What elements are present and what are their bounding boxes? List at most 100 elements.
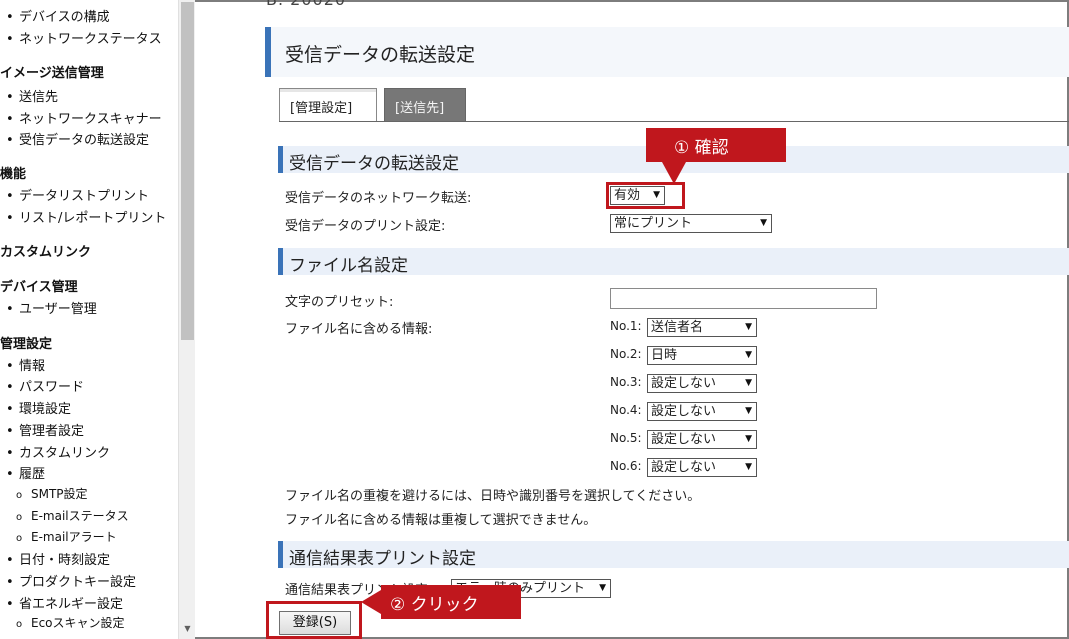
sidebar-item[interactable]: • デバイスの構成 (6, 6, 110, 25)
dropdown-arrow-icon: ▼ (745, 378, 752, 388)
sidebar-item-label: カスタムリンク (19, 446, 111, 461)
bullet-icon: • (6, 446, 14, 461)
sidebar-scrollbar[interactable]: ▼ (178, 0, 195, 639)
main-content: B. 20020 受信データの転送設定 [管理設定] [送信先] 受信データの転… (196, 0, 1069, 639)
filename-slot-select[interactable]: 送信者名 ▼ (647, 318, 757, 337)
sidebar-item-label: E-mailステータス (31, 509, 129, 523)
sidebar-item-label: 受信データの転送設定 (19, 133, 150, 148)
sidebar-item-label: プロダクトキー設定 (19, 575, 137, 590)
filename-slot-label: No.5: (610, 431, 642, 445)
sidebar-subitem[interactable]: o E-mailステータス (16, 507, 129, 524)
sidebar-item-label: ネットワークスキャナー (19, 112, 162, 127)
sidebar-item[interactable]: • ネットワークステータス (6, 28, 162, 47)
filename-slot-select[interactable]: 設定しない ▼ (647, 374, 757, 393)
filename-slot-label: No.2: (610, 347, 642, 361)
sidebar-item[interactable]: • 情報 (6, 355, 45, 374)
filename-slot-select[interactable]: 設定しない ▼ (647, 402, 757, 421)
select-value: 日時 (651, 348, 678, 363)
bullet-icon: • (6, 211, 14, 226)
dropdown-arrow-icon: ▼ (599, 583, 606, 593)
print-setting-select[interactable]: 常にプリント ▼ (610, 214, 772, 233)
sidebar-item-label: 省エネルギー設定 (19, 597, 124, 612)
sidebar-item-label: 環境設定 (19, 402, 72, 417)
bullet-icon: • (6, 467, 14, 482)
dropdown-arrow-icon: ▼ (745, 406, 752, 416)
sidebar-item[interactable]: • 省エネルギー設定 (6, 593, 123, 612)
sidebar-item-label: E-mailアラート (31, 530, 117, 544)
sidebar-item-label: 管理者設定 (19, 424, 85, 439)
filename-slot-label: No.6: (610, 459, 642, 473)
sidebar-item-label: パスワード (19, 380, 85, 395)
section-title: 通信結果表プリント設定 (289, 549, 476, 569)
bullet-icon: o (16, 512, 23, 523)
filename-slot-select[interactable]: 日時 ▼ (647, 346, 757, 365)
filename-info-label: ファイル名に含める情報: (285, 322, 433, 337)
callout-click: ② クリック (381, 585, 521, 619)
sidebar-item-label: データリストプリント (19, 189, 150, 204)
sidebar-item[interactable]: • 送信先 (6, 86, 58, 105)
bullet-icon: • (6, 553, 14, 568)
sidebar-item[interactable]: • ネットワークスキャナー (6, 108, 162, 127)
bullet-icon: • (6, 10, 14, 25)
print-setting-label: 受信データのプリント設定: (285, 219, 446, 234)
sidebar-item-label: Ecoスキャン設定 (31, 616, 125, 630)
sidebar-item-label: 履歴 (19, 467, 46, 482)
cut-off-text: B. 20020 (266, 0, 346, 9)
sidebar-item-label: リスト/レポートプリント (19, 211, 167, 226)
bullet-icon: • (6, 380, 14, 395)
sidebar-heading: デバイス管理 (0, 280, 78, 295)
page-title: 受信データの転送設定 (285, 44, 476, 66)
sidebar-item[interactable]: • 履歴 (6, 463, 45, 482)
highlight-network-transfer (606, 182, 685, 209)
sidebar-item-label: 情報 (19, 359, 46, 374)
page-header: 受信データの転送設定 (265, 27, 1069, 77)
filename-slot-select[interactable]: 設定しない ▼ (647, 458, 757, 477)
bullet-icon: • (6, 597, 14, 612)
sidebar-subitem[interactable]: o SMTP設定 (16, 485, 88, 502)
select-value: 設定しない (651, 404, 717, 419)
sidebar-item-label: ネットワークステータス (19, 32, 162, 47)
tab-destinations[interactable]: [送信先] (384, 88, 466, 122)
preset-text-input[interactable] (610, 288, 877, 309)
note-no-duplicate-selection: ファイル名に含める情報は重複して選択できません。 (285, 513, 597, 528)
sidebar-nav: • デバイスの構成 • ネットワークステータスイメージ送信管理 • 送信先 • ネットワークス… (0, 0, 180, 639)
callout-confirm-pointer (662, 162, 686, 184)
callout-click-pointer (361, 590, 381, 614)
sidebar-item[interactable]: • カスタムリンク (6, 442, 110, 461)
sidebar-item[interactable]: • 日付・時刻設定 (6, 549, 110, 568)
sidebar-subitem[interactable]: o E-mailアラート (16, 528, 117, 545)
bullet-icon: • (6, 112, 14, 127)
select-value: 設定しない (651, 376, 717, 391)
sidebar-item-label: デバイスの構成 (19, 10, 110, 25)
scroll-down-arrow-icon[interactable]: ▼ (182, 624, 193, 634)
sidebar-item[interactable]: • 環境設定 (6, 398, 71, 417)
bullet-icon: • (6, 575, 14, 590)
sidebar-item[interactable]: • パスワード (6, 376, 84, 395)
bullet-icon: • (6, 32, 14, 47)
filename-slot-label: No.1: (610, 319, 642, 333)
tab-divider (279, 121, 1069, 122)
section-title: ファイル名設定 (289, 256, 408, 276)
sidebar-heading: イメージ送信管理 (0, 66, 104, 81)
dropdown-arrow-icon: ▼ (745, 462, 752, 472)
bullet-icon: • (6, 302, 14, 317)
bullet-icon: • (6, 189, 14, 204)
select-value: 設定しない (651, 432, 717, 447)
sidebar-item-label: 日付・時刻設定 (19, 553, 111, 568)
bullet-icon: o (16, 533, 23, 544)
sidebar-item[interactable]: • リスト/レポートプリント (6, 207, 166, 226)
bullet-icon: • (6, 359, 14, 374)
sidebar-subitem[interactable]: o Ecoスキャン設定 (16, 614, 125, 631)
bullet-icon: • (6, 133, 14, 148)
sidebar-item[interactable]: • ユーザー管理 (6, 298, 97, 317)
scrollbar-thumb[interactable] (181, 2, 194, 340)
preset-label: 文字のプリセット: (285, 295, 394, 310)
filename-slot-select[interactable]: 設定しない ▼ (647, 430, 757, 449)
tab-admin-settings[interactable]: [管理設定] (279, 88, 377, 122)
sidebar-item[interactable]: • 管理者設定 (6, 420, 84, 439)
sidebar-item[interactable]: • プロダクトキー設定 (6, 571, 136, 590)
sidebar-item[interactable]: • 受信データの転送設定 (6, 129, 149, 148)
bullet-icon: o (16, 490, 23, 501)
sidebar-item[interactable]: • データリストプリント (6, 185, 149, 204)
select-value: 常にプリント (614, 216, 693, 231)
